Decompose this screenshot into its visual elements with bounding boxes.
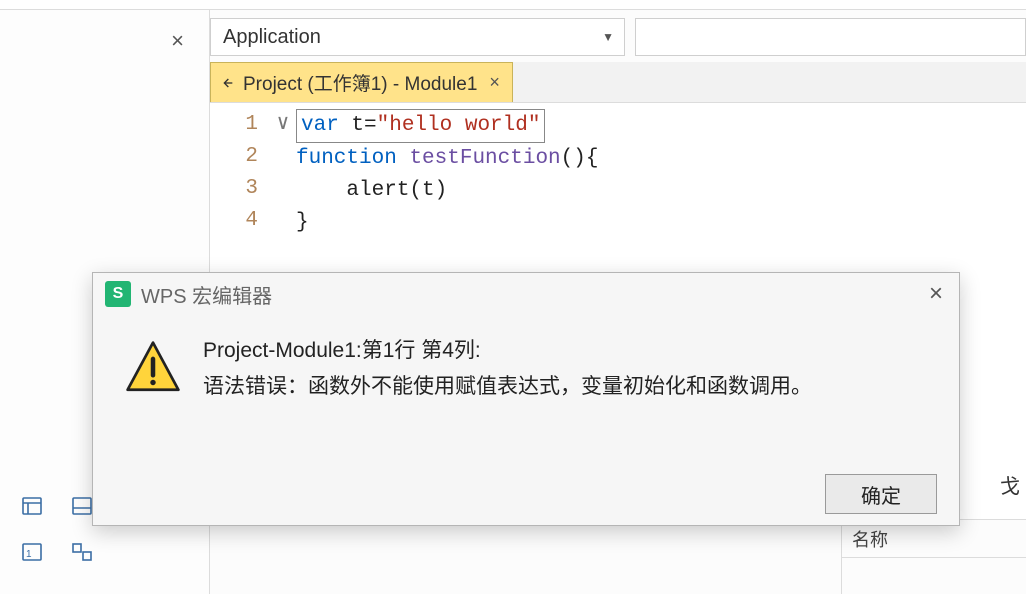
bottom-right-panel: 名称 [841, 520, 1026, 594]
code-line[interactable]: } [296, 207, 1026, 239]
ok-button[interactable]: 确定 [825, 474, 937, 514]
svg-text:1: 1 [26, 549, 32, 560]
error-dialog: S WPS 宏编辑器 × Project-Module1:第1行 第4列: 语法… [92, 272, 960, 526]
code-line[interactable]: var t="hello world" [296, 109, 1026, 143]
line-number: 4 [210, 205, 258, 237]
panel-icon-1[interactable] [18, 492, 46, 520]
dialog-title-text: WPS 宏编辑器 [141, 280, 272, 309]
tab-bar: Project (工作簿1) - Module1 × [210, 62, 1026, 103]
bottom-panel: 名称 [210, 519, 1026, 594]
fold-marker[interactable]: ∨ [270, 109, 296, 141]
scope-dropdown[interactable]: Application ▼ [210, 18, 625, 56]
secondary-dropdown[interactable] [635, 18, 1026, 56]
dropdown-bar: Application ▼ [210, 10, 1026, 62]
close-tab-icon[interactable]: × [489, 72, 500, 93]
dialog-footer: 确定 [93, 463, 959, 525]
dialog-message-line1: Project-Module1:第1行 第4列: [203, 333, 935, 369]
wps-app-icon: S [105, 281, 131, 307]
code-line[interactable]: function testFunction(){ [296, 143, 1026, 175]
chevron-down-icon: ▼ [602, 30, 614, 44]
back-arrow-icon [219, 75, 235, 91]
bottom-left-area [210, 520, 841, 594]
left-bottom-icon-group: 1 [18, 492, 96, 566]
panel-icon-3[interactable]: 1 [18, 538, 46, 566]
scope-dropdown-label: Application [223, 26, 321, 49]
line-number: 3 [210, 173, 258, 205]
line-number: 1 [210, 109, 258, 141]
code-line[interactable]: alert(t) [296, 175, 1026, 207]
tab-module1[interactable]: Project (工作簿1) - Module1 × [210, 62, 513, 102]
dialog-close-icon[interactable]: × [929, 280, 943, 308]
tab-label: Project (工作簿1) - Module1 [243, 69, 477, 96]
dialog-body: Project-Module1:第1行 第4列: 语法错误：函数外不能使用赋值表… [93, 315, 959, 463]
warning-icon [117, 333, 189, 445]
dialog-titlebar[interactable]: S WPS 宏编辑器 × [93, 273, 959, 315]
stray-char: 戈 [1000, 470, 1020, 499]
top-toolbar-strip [0, 0, 1026, 10]
dialog-message-line2: 语法错误：函数外不能使用赋值表达式，变量初始化和函数调用。 [203, 369, 935, 405]
panel-icon-4[interactable] [68, 538, 96, 566]
line-number: 2 [210, 141, 258, 173]
close-panel-icon[interactable]: × [171, 28, 184, 54]
dialog-message: Project-Module1:第1行 第4列: 语法错误：函数外不能使用赋值表… [189, 333, 935, 445]
